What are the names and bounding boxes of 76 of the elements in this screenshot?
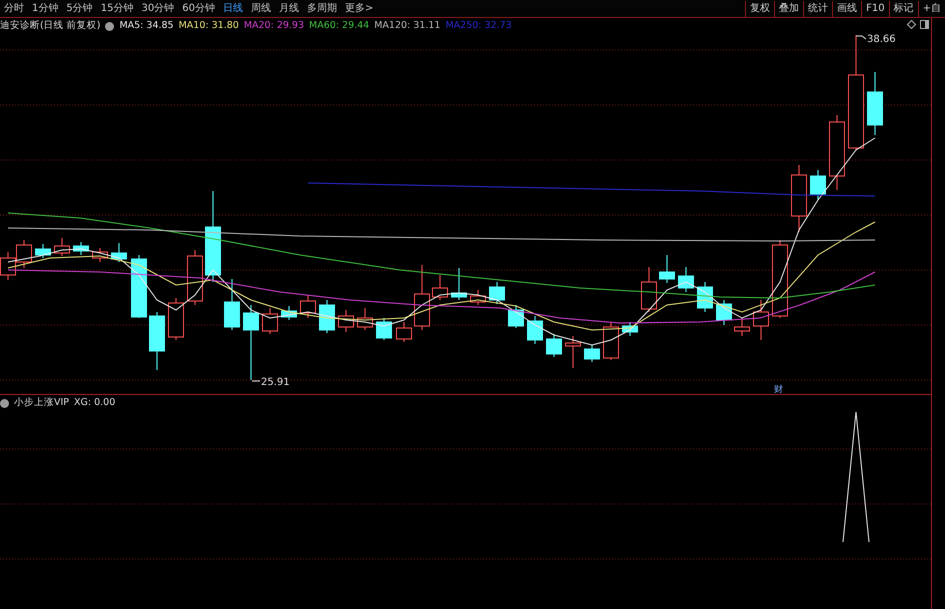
rising-candlestick [432,274,448,300]
period-tab[interactable]: 1分钟 [28,0,62,16]
panel-icon[interactable] [920,20,929,29]
period-tab[interactable]: 5分钟 [62,0,97,16]
moving-average-value: MA20: 29.93 [244,19,304,33]
falling-candlestick [73,242,89,256]
rising-candlestick [753,300,769,340]
rising-candlestick [338,310,354,332]
rising-candlestick [92,248,108,262]
rising-candlestick [0,252,16,280]
toolbar-button[interactable]: 统计 [803,0,832,16]
falling-candlestick [489,282,505,304]
falling-candlestick [622,322,638,336]
moving-average-value: MA60: 29.44 [309,19,370,33]
falling-candlestick [111,242,127,262]
falling-candlestick [224,278,240,330]
rising-candlestick [565,336,581,368]
rising-candlestick [300,294,316,318]
period-tab[interactable]: 分时 [0,0,28,16]
rising-candlestick [262,308,278,334]
period-tab[interactable]: 30分钟 [137,0,178,16]
period-tab[interactable]: 日线 [218,0,247,16]
rising-candlestick [187,250,203,306]
falling-candlestick [35,244,51,258]
rising-candlestick [396,322,412,342]
rising-candlestick [16,240,32,268]
period-tab[interactable]: 60分钟 [178,0,219,16]
rising-candlestick [54,238,70,256]
rising-candlestick [791,164,807,232]
falling-candlestick [149,312,165,370]
toolbar-button[interactable]: +自 [918,0,945,16]
moving-average-value: MA5: 34.85 [119,19,174,33]
toolbar-button[interactable]: 标记 [888,0,918,16]
settings-dot-icon[interactable] [105,22,114,31]
rising-candlestick [414,264,430,330]
rising-candlestick [734,318,750,336]
falling-candlestick [546,334,562,358]
indicator-value: XG: 0.00 [74,396,116,410]
chart-title: 迪安诊断(日线 前复权) [0,19,100,33]
falling-candlestick [281,306,297,320]
falling-candlestick [319,300,335,334]
toolbar-button[interactable]: 叠加 [774,0,804,16]
falling-candlestick [810,170,826,200]
indicator-name: 小步上涨VIP [14,396,70,410]
falling-candlestick [451,268,467,300]
event-marker: 财 [774,385,783,395]
moving-average-value: MA10: 31.80 [178,19,239,33]
falling-candlestick [716,300,732,326]
rising-candlestick [641,266,657,312]
period-tab[interactable]: 月线 [274,0,303,16]
toolbar-button[interactable]: F10 [861,0,889,16]
period-tab[interactable]: 15分钟 [96,0,138,16]
settings-dot-icon[interactable] [0,398,9,408]
falling-candlestick [527,316,543,344]
falling-candlestick [867,72,883,136]
toolbar-button[interactable]: 画线 [832,0,862,16]
rising-candlestick [357,308,373,330]
falling-candlestick [697,282,713,312]
period-tab[interactable]: 更多> [340,0,378,16]
rising-candlestick [603,322,619,360]
high-price-label: 38.66 [867,34,896,45]
period-tab[interactable]: 多周期 [302,0,341,16]
falling-candlestick [376,318,392,340]
falling-candlestick [508,304,524,328]
rising-candlestick [168,298,184,340]
toolbar-button[interactable]: 复权 [745,0,774,16]
moving-average-value: MA250: 32.73 [445,19,512,33]
falling-candlestick [659,254,675,284]
moving-average-value: MA120: 31.11 [374,19,440,33]
diamond-icon[interactable] [907,20,916,29]
period-tab[interactable]: 周线 [246,0,275,16]
rising-candlestick [470,290,486,306]
falling-candlestick [131,254,147,318]
falling-candlestick [584,344,600,362]
low-price-label: 25.91 [261,377,290,388]
falling-candlestick [678,266,694,292]
